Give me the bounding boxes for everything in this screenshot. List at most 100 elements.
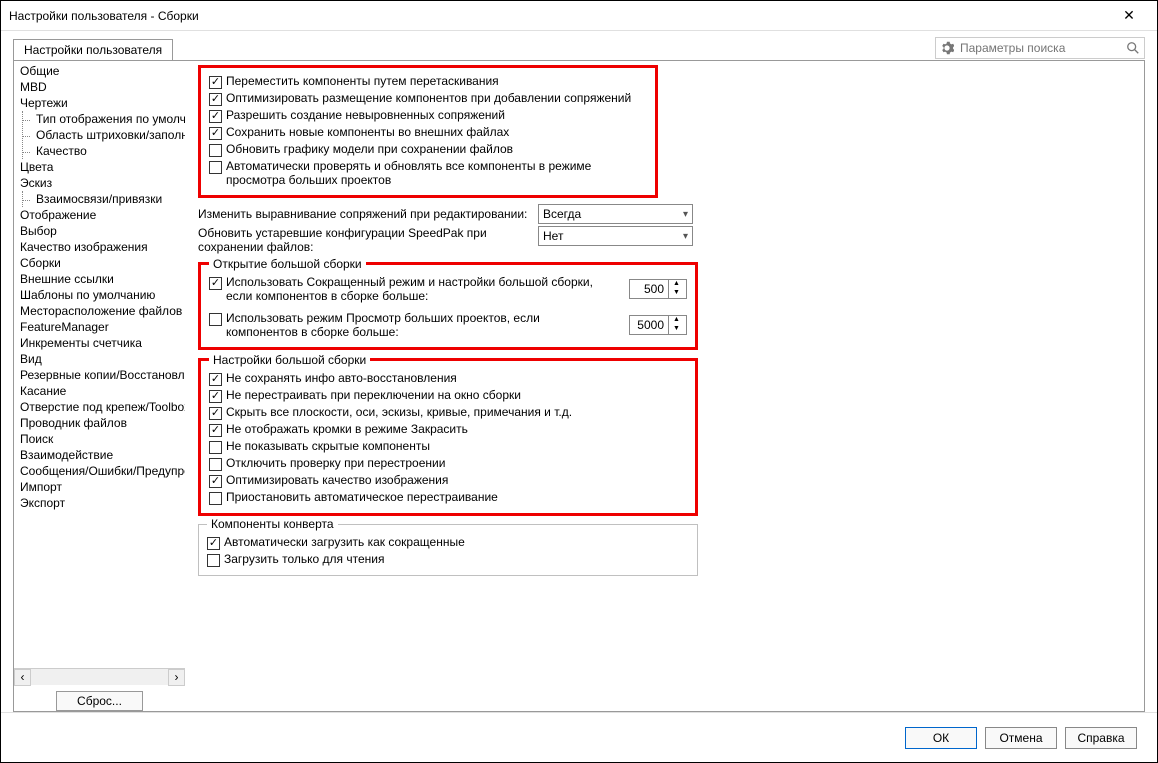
tree-item[interactable]: Общие <box>16 63 185 79</box>
tab-user-settings[interactable]: Настройки пользователя <box>13 39 173 60</box>
tree-item[interactable]: Отверстие под крепеж/Toolbox <box>16 399 185 415</box>
tree-item[interactable]: Сообщения/Ошибки/Предупреждения <box>16 463 185 479</box>
checkbox[interactable] <box>209 76 222 89</box>
tree-item[interactable]: Взаимосвязи/привязки <box>32 191 185 207</box>
titlebar: Настройки пользователя - Сборки ✕ <box>1 1 1157 31</box>
tree-item[interactable]: Выбор <box>16 223 185 239</box>
window-title: Настройки пользователя - Сборки <box>9 9 1109 23</box>
checkbox-label: Не перестраивать при переключении на окн… <box>226 388 521 402</box>
checkbox-label: Разрешить создание невыровненных сопряже… <box>226 108 505 122</box>
group-large-settings: Настройки большой сборки Не сохранять ин… <box>198 358 698 516</box>
group-title: Компоненты конверта <box>207 517 338 531</box>
tree-item[interactable]: Резервные копии/Восстановление <box>16 367 185 383</box>
search-icon[interactable] <box>1126 41 1140 55</box>
group-large-open: Открытие большой сборки Использовать Сок… <box>198 262 698 350</box>
tree-item[interactable]: Эскиз <box>16 175 185 191</box>
cancel-button[interactable]: Отмена <box>985 727 1057 749</box>
checkbox[interactable] <box>209 407 222 420</box>
content-panel: Переместить компоненты путем перетаскива… <box>186 61 1144 711</box>
tree-item[interactable]: Отображение <box>16 207 185 223</box>
spin-down-icon[interactable]: ▼ <box>669 325 684 334</box>
checkbox-label: Автоматически проверять и обновлять все … <box>226 159 647 187</box>
checkbox[interactable] <box>209 458 222 471</box>
tree-item[interactable]: Инкременты счетчика <box>16 335 185 351</box>
checkbox[interactable] <box>209 127 222 140</box>
sidebar-hscroll[interactable]: ‹ › <box>14 668 185 685</box>
dd-value: Нет <box>543 229 563 243</box>
dd1-label: Изменить выравнивание сопряжений при ред… <box>198 207 538 221</box>
highlight-box-top: Переместить компоненты путем перетаскива… <box>198 65 658 198</box>
checkbox-label: Автоматически загрузить как сокращенные <box>224 535 465 549</box>
checkbox-label: Загрузить только для чтения <box>224 552 385 566</box>
tree-item[interactable]: MBD <box>16 79 185 95</box>
checkbox[interactable] <box>209 313 222 326</box>
dd-value: Всегда <box>543 207 581 221</box>
checkbox[interactable] <box>209 144 222 157</box>
checkbox[interactable] <box>207 554 220 567</box>
scroll-right-icon[interactable]: › <box>168 669 185 686</box>
reset-button[interactable]: Сброс... <box>56 691 143 711</box>
nav-tree[interactable]: Общие MBD Чертежи Тип отображения по умо… <box>14 61 185 668</box>
tree-item[interactable]: Вид <box>16 351 185 367</box>
ok-button[interactable]: ОК <box>905 727 977 749</box>
spinner-ldr[interactable]: ▲▼ <box>629 315 687 335</box>
checkbox[interactable] <box>207 537 220 550</box>
spinner-lightweight[interactable]: ▲▼ <box>629 279 687 299</box>
checkbox-label: Переместить компоненты путем перетаскива… <box>226 74 499 88</box>
checkbox[interactable] <box>209 110 222 123</box>
checkbox-label: Не отображать кромки в режиме Закрасить <box>226 422 468 436</box>
tree-item[interactable]: Месторасположение файлов <box>16 303 185 319</box>
checkbox[interactable] <box>209 441 222 454</box>
spinner-input[interactable] <box>630 317 668 333</box>
dd-mate-align[interactable]: Всегда ▾ <box>538 204 693 224</box>
tree-item[interactable]: Качество изображения <box>16 239 185 255</box>
checkbox[interactable] <box>209 390 222 403</box>
tree-item[interactable]: Сборки <box>16 255 185 271</box>
spin-up-icon[interactable]: ▲ <box>669 316 684 325</box>
spin-up-icon[interactable]: ▲ <box>669 280 684 289</box>
checkbox-label: Оптимизировать размещение компонентов пр… <box>226 91 631 105</box>
tree-item[interactable]: Импорт <box>16 479 185 495</box>
label: если компонентов в сборке больше: <box>226 289 593 303</box>
tree-item[interactable]: Касание <box>16 383 185 399</box>
spinner-input[interactable] <box>630 281 668 297</box>
checkbox[interactable] <box>209 93 222 106</box>
checkbox[interactable] <box>209 277 222 290</box>
group-title: Настройки большой сборки <box>209 353 370 367</box>
scroll-left-icon[interactable]: ‹ <box>14 669 31 686</box>
checkbox-label: Приостановить автоматическое перестраива… <box>226 490 498 504</box>
label: Использовать режим Просмотр больших прое… <box>226 311 566 339</box>
close-icon[interactable]: ✕ <box>1109 7 1149 24</box>
tree-item[interactable]: Шаблоны по умолчанию <box>16 287 185 303</box>
checkbox-label: Не сохранять инфо авто-восстановления <box>226 371 457 385</box>
group-title: Открытие большой сборки <box>209 257 366 271</box>
search-input[interactable] <box>958 40 1122 56</box>
group-envelope: Компоненты конверта Автоматически загруз… <box>198 524 698 576</box>
dd-speedpak[interactable]: Нет ▾ <box>538 226 693 246</box>
tree-item[interactable]: Тип отображения по умолчанию <box>32 111 185 127</box>
checkbox-label: Сохранить новые компоненты во внешних фа… <box>226 125 509 139</box>
tree-item[interactable]: Качество <box>32 143 185 159</box>
tree-item[interactable]: Область штриховки/заполнения <box>32 127 185 143</box>
tree-item[interactable]: FeatureManager <box>16 319 185 335</box>
tree-item[interactable]: Взаимодействие <box>16 447 185 463</box>
tree-item[interactable]: Чертежи <box>16 95 185 111</box>
dd2-label: Обновить устаревшие конфигурации SpeedPa… <box>198 226 538 254</box>
help-button[interactable]: Справка <box>1065 727 1137 749</box>
tree-item[interactable]: Поиск <box>16 431 185 447</box>
checkbox-label: Обновить графику модели при сохранении ф… <box>226 142 513 156</box>
spin-down-icon[interactable]: ▼ <box>669 289 684 298</box>
tree-item[interactable]: Проводник файлов <box>16 415 185 431</box>
checkbox[interactable] <box>209 424 222 437</box>
checkbox[interactable] <box>209 492 222 505</box>
tree-item[interactable]: Внешние ссылки <box>16 271 185 287</box>
checkbox[interactable] <box>209 373 222 386</box>
tree-item[interactable]: Экспорт <box>16 495 185 511</box>
tree-item[interactable]: Цвета <box>16 159 185 175</box>
chevron-down-icon: ▾ <box>683 231 688 242</box>
search-box[interactable] <box>935 37 1145 59</box>
checkbox-label: Оптимизировать качество изображения <box>226 473 448 487</box>
checkbox[interactable] <box>209 161 222 174</box>
checkbox[interactable] <box>209 475 222 488</box>
body: Общие MBD Чертежи Тип отображения по умо… <box>13 60 1145 712</box>
